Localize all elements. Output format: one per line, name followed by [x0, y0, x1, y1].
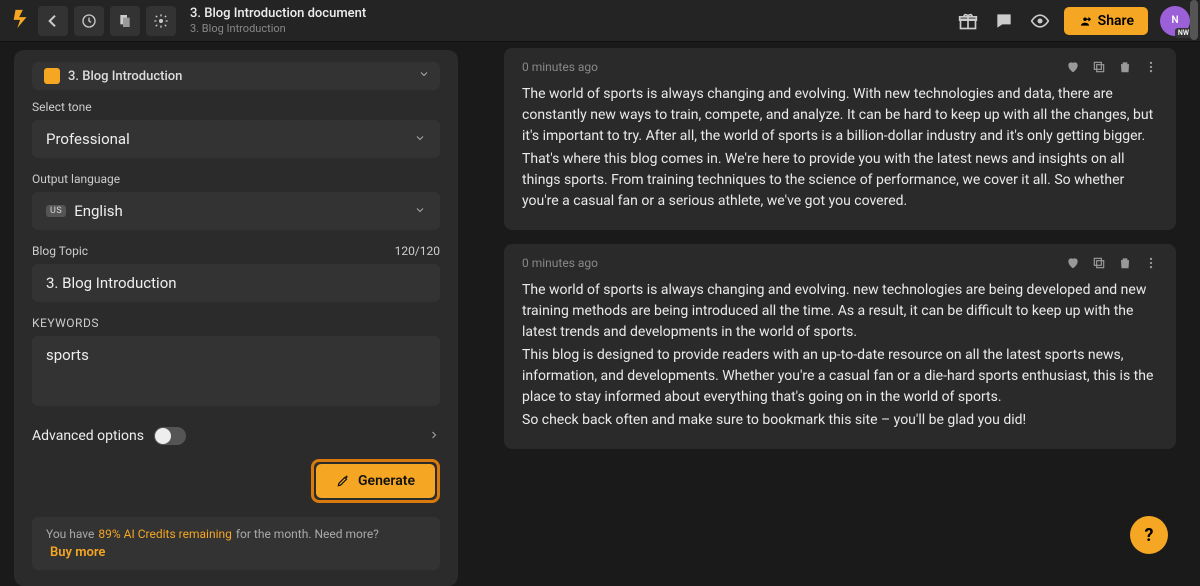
result-body: The world of sports is always changing a…	[522, 280, 1158, 431]
share-label: Share	[1098, 13, 1134, 29]
language-flag: US	[46, 205, 66, 217]
help-label: ?	[1145, 525, 1154, 546]
app-logo-icon	[10, 8, 32, 34]
result-header: 0 minutes ago	[522, 60, 1158, 74]
settings-button[interactable]	[146, 6, 176, 36]
credits-remaining: 89% AI Credits remaining	[98, 527, 231, 541]
chevron-down-icon	[414, 202, 426, 220]
language-value: English	[74, 202, 123, 220]
result-paragraph: The world of sports is always changing a…	[522, 84, 1158, 147]
result-paragraph: That's where this blog comes in. We're h…	[522, 149, 1158, 212]
credits-bar: You have 89% AI Credits remaining for th…	[32, 517, 440, 570]
share-button[interactable]: Share	[1064, 7, 1148, 35]
result-actions	[1066, 256, 1158, 270]
sidebar: 3. Blog Introduction Select tone Profess…	[0, 42, 472, 570]
advanced-options-row[interactable]: Advanced options	[32, 420, 440, 459]
document-title: 3. Blog Introduction document	[190, 6, 950, 21]
keywords-value: sports	[46, 346, 89, 364]
user-avatar[interactable]: N NW	[1160, 6, 1190, 36]
more-icon[interactable]	[1144, 60, 1158, 74]
generate-label: Generate	[358, 473, 415, 489]
topic-counter: 120/120	[395, 244, 440, 258]
template-selector[interactable]: 3. Blog Introduction	[32, 62, 440, 90]
template-name: 3. Blog Introduction	[68, 69, 182, 84]
back-button[interactable]	[38, 6, 68, 36]
copy-icon[interactable]	[1092, 256, 1106, 270]
chat-icon[interactable]	[992, 9, 1016, 33]
generate-button-highlight: Generate	[311, 459, 440, 503]
gift-icon[interactable]	[956, 9, 980, 33]
tone-label: Select tone	[32, 100, 440, 114]
trash-icon[interactable]	[1118, 60, 1132, 74]
result-actions	[1066, 60, 1158, 74]
scrollbar[interactable]	[1190, 0, 1198, 40]
advanced-label: Advanced options	[32, 428, 144, 444]
result-paragraph: So check back often and make sure to boo…	[522, 410, 1158, 431]
topic-value: 3. Blog Introduction	[46, 274, 177, 292]
generate-button[interactable]: Generate	[316, 464, 435, 498]
chevron-down-icon	[418, 68, 430, 84]
template-icon	[44, 68, 60, 84]
sidebar-card: 3. Blog Introduction Select tone Profess…	[14, 50, 458, 586]
document-subtitle: 3. Blog Introduction	[190, 22, 950, 35]
document-title-block: 3. Blog Introduction document 3. Blog In…	[190, 6, 950, 35]
results-panel: 0 minutes ago The world of sports is alwa…	[472, 42, 1200, 570]
heart-icon[interactable]	[1066, 256, 1080, 270]
copy-icon[interactable]	[1092, 60, 1106, 74]
language-label: Output language	[32, 172, 440, 186]
result-timestamp: 0 minutes ago	[522, 256, 598, 270]
result-paragraph: This blog is designed to provide readers…	[522, 345, 1158, 408]
documents-button[interactable]	[110, 6, 140, 36]
credits-prefix: You have	[46, 527, 94, 541]
chevron-down-icon	[414, 130, 426, 148]
more-icon[interactable]	[1144, 256, 1158, 270]
language-select[interactable]: US English	[32, 192, 440, 230]
result-card: 0 minutes ago The world of sports is alwa…	[504, 48, 1176, 230]
result-card: 0 minutes ago The world of sports is alwa…	[504, 244, 1176, 449]
topbar-right: Share N NW	[956, 6, 1190, 36]
buy-more-link[interactable]: Buy more	[50, 545, 105, 560]
keywords-input[interactable]: sports	[32, 336, 440, 406]
trash-icon[interactable]	[1118, 256, 1132, 270]
help-fab[interactable]: ?	[1130, 516, 1168, 554]
chevron-right-icon	[428, 426, 440, 445]
result-body: The world of sports is always changing a…	[522, 84, 1158, 212]
visibility-icon[interactable]	[1028, 9, 1052, 33]
history-button[interactable]	[74, 6, 104, 36]
keywords-label: KEYWORDS	[32, 316, 440, 330]
topic-input[interactable]: 3. Blog Introduction	[32, 264, 440, 302]
advanced-toggle[interactable]	[154, 427, 186, 445]
result-paragraph: The world of sports is always changing a…	[522, 280, 1158, 343]
result-timestamp: 0 minutes ago	[522, 60, 598, 74]
result-header: 0 minutes ago	[522, 256, 1158, 270]
top-bar: 3. Blog Introduction document 3. Blog In…	[0, 0, 1200, 42]
avatar-initial: N	[1171, 15, 1178, 26]
topic-label: Blog Topic	[32, 244, 88, 258]
credits-mid: for the month. Need more?	[236, 527, 379, 541]
heart-icon[interactable]	[1066, 60, 1080, 74]
tone-value: Professional	[46, 130, 130, 148]
tone-select[interactable]: Professional	[32, 120, 440, 158]
